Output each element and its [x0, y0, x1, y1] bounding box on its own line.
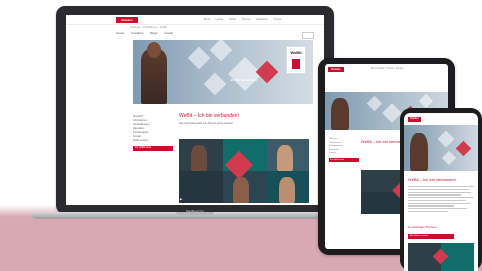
site-logo[interactable]: Bundes [328, 67, 344, 72]
diamond-shape [418, 93, 434, 109]
phone-screen: Bundes WeBit – Ich bin verbunden! Zu wic… [404, 113, 478, 271]
sidebar-button[interactable]: Zur WeBit-Seite [133, 146, 173, 151]
hero-banner [404, 125, 478, 171]
section-heading: Zu wichtigen Themen [408, 225, 437, 229]
publication-cover[interactable]: WeBit [286, 46, 306, 74]
diamond-shape-accent [455, 140, 472, 157]
hero-person-image [410, 133, 428, 171]
laptop-screen: Bundes Bund Länder Politik Themen Mediat… [66, 15, 324, 205]
sub-nav-item[interactable]: Service [116, 32, 124, 35]
sidebar-item[interactable]: Kontakt [329, 152, 359, 156]
nav-item[interactable]: Bund [371, 68, 376, 70]
sidebar: Übersicht Informationen Veranstaltungen … [133, 115, 175, 151]
sidebar-item[interactable]: WeBit vernetzt [133, 139, 175, 143]
play-icon[interactable]: ▶ [180, 197, 182, 201]
diamond-shape [203, 72, 227, 96]
hero-person-image [331, 98, 349, 130]
main-nav: Bund Länder Politik Themen Mediathek Pre… [204, 18, 286, 21]
videos-button[interactable]: Alle Videos ansehen [408, 234, 454, 239]
speaker-image [277, 145, 293, 171]
site-logo[interactable]: Bundes [408, 117, 421, 122]
nav-item[interactable]: Service [396, 68, 404, 70]
nav-item[interactable]: Politik [229, 18, 236, 21]
publication-cover-art [292, 59, 300, 69]
sidebar-button[interactable]: Zur WeBit-Seite [329, 157, 359, 162]
diamond-shape [441, 150, 457, 166]
sub-nav-item[interactable]: Verwaltung [131, 32, 143, 35]
hero-banner: Ich bin verbunden! WeBit [133, 40, 313, 104]
nav-item[interactable]: Presse [274, 18, 282, 21]
site-header: Bundes Bund Länder Politik Themen Mediat… [66, 15, 324, 25]
page-title: WeBit – Ich bin verbunden! [408, 177, 456, 182]
diamond-shape [187, 46, 211, 70]
video-tile [361, 192, 402, 214]
video-tile [179, 171, 223, 203]
page-title: WeBit – Ich bin verbunden! [179, 113, 239, 119]
diamond-shape [437, 130, 455, 148]
speaker-image [233, 177, 249, 203]
diamond-shape [382, 103, 402, 123]
nav-item[interactable]: Bund [204, 18, 210, 21]
hero-person-head [147, 42, 161, 58]
video-player[interactable] [408, 243, 474, 271]
laptop-label: MacBook Pro [185, 209, 204, 213]
main-nav: Bund Länder Themen Service [371, 68, 403, 70]
diamond-shape [366, 95, 383, 112]
search-icon[interactable] [302, 32, 314, 39]
body-text [408, 186, 474, 214]
nav-item[interactable]: Länder [378, 68, 385, 70]
nav-item[interactable]: Themen [241, 18, 250, 21]
nav-item[interactable]: Themen [386, 68, 394, 70]
sub-nav-item[interactable]: Kontakt [164, 32, 172, 35]
page-subtitle: Das Informationsheft zum Thema Verbunden… [179, 122, 233, 125]
diamond-shape [209, 40, 233, 62]
video-player[interactable] [179, 139, 309, 203]
hero-text: Ich bin verbunden! [230, 78, 258, 82]
sidebar: Übersicht Informationen Praxisbeispiele … [329, 138, 359, 162]
sub-nav: Service Verwaltung Bürger Kontakt [116, 32, 296, 38]
speaker-image [279, 177, 295, 203]
speaker-image [191, 145, 207, 171]
nav-item[interactable]: Mediathek [256, 18, 268, 21]
publication-title: WeBit [290, 50, 302, 55]
site-logo[interactable]: Bundes [116, 17, 138, 23]
breadcrumb[interactable]: Startseite › Publikationen › WeBit [130, 26, 167, 29]
sub-nav-item[interactable]: Bürger [150, 32, 158, 35]
diamond-shape-accent [255, 60, 279, 84]
nav-item[interactable]: Länder [216, 18, 224, 21]
